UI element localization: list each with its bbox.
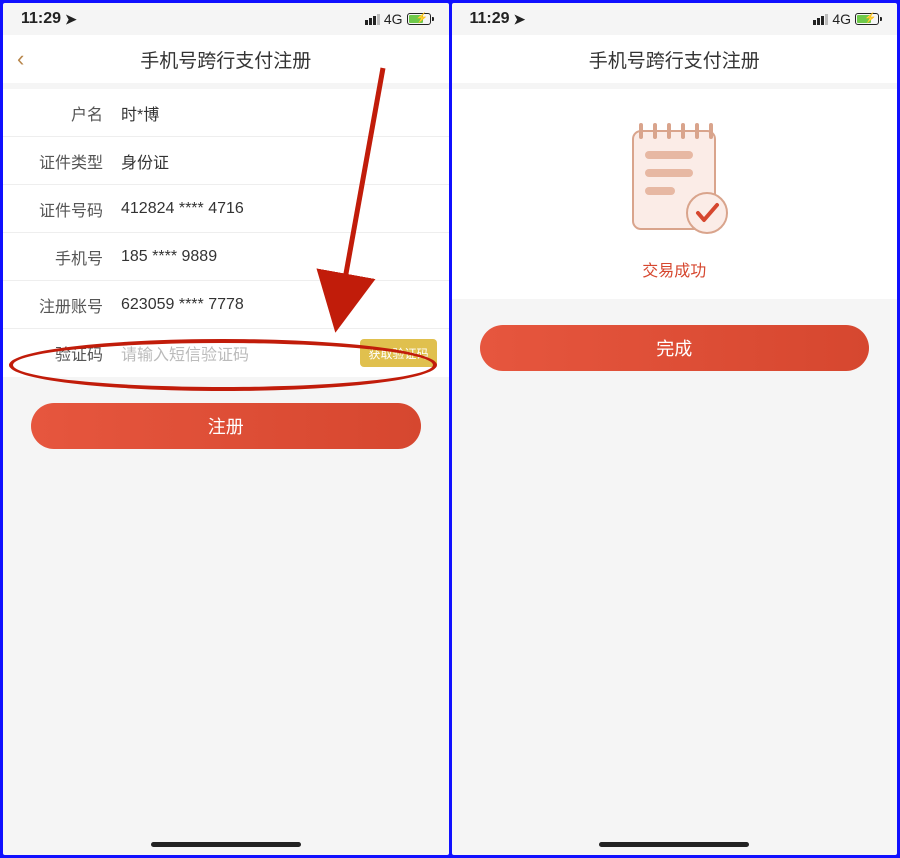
home-indicator xyxy=(599,842,749,847)
done-button[interactable]: 完成 xyxy=(480,325,870,371)
form-list: 户名 时*博 证件类型 身份证 证件号码 412824 **** 4716 手机… xyxy=(3,89,449,377)
value: 412824 **** 4716 xyxy=(121,200,431,218)
row-id-type: 证件类型 身份证 xyxy=(3,137,449,185)
row-phone: 手机号 185 **** 9889 xyxy=(3,233,449,281)
screen-registration-form: 11:29 ➤ 4G ⚡ ‹ 手机号跨行支付注册 户名 时*博 证件类型 身份证 xyxy=(3,3,449,855)
home-indicator xyxy=(151,842,301,847)
label: 证件类型 xyxy=(21,149,103,173)
label: 户名 xyxy=(21,101,103,125)
status-bar: 11:29 ➤ 4G ⚡ xyxy=(3,3,449,35)
get-code-button[interactable]: 获取验证码 xyxy=(360,339,436,367)
location-icon: ➤ xyxy=(65,11,77,28)
battery-icon: ⚡ xyxy=(407,13,431,25)
signal-icon xyxy=(813,14,828,25)
page-title: 手机号跨行支付注册 xyxy=(589,46,760,73)
row-account-name: 户名 时*博 xyxy=(3,89,449,137)
screen-success: 11:29 ➤ 4G ⚡ ‹ 手机号跨行支付注册 xyxy=(452,3,898,855)
back-button[interactable]: ‹ xyxy=(17,46,24,72)
label: 注册账号 xyxy=(21,293,103,317)
label: 验证码 xyxy=(21,341,103,365)
row-id-number: 证件号码 412824 **** 4716 xyxy=(3,185,449,233)
nav-bar: ‹ 手机号跨行支付注册 xyxy=(452,35,898,83)
status-bar: 11:29 ➤ 4G ⚡ xyxy=(452,3,898,35)
network-label: 4G xyxy=(832,11,851,27)
value: 623059 **** 7778 xyxy=(121,296,431,314)
value: 时*博 xyxy=(121,101,431,125)
success-text: 交易成功 xyxy=(452,257,898,281)
status-time: 11:29 xyxy=(21,10,61,28)
label: 手机号 xyxy=(21,245,103,269)
status-time: 11:29 xyxy=(470,10,510,28)
row-verification-code: 验证码 请输入短信验证码 获取验证码 xyxy=(3,329,449,377)
success-panel: 交易成功 xyxy=(452,89,898,299)
signal-icon xyxy=(365,14,380,25)
notepad-check-icon xyxy=(619,113,729,243)
value: 身份证 xyxy=(121,149,431,173)
row-register-account: 注册账号 623059 **** 7778 xyxy=(3,281,449,329)
nav-bar: ‹ 手机号跨行支付注册 xyxy=(3,35,449,83)
network-label: 4G xyxy=(384,11,403,27)
page-title: 手机号跨行支付注册 xyxy=(140,46,311,73)
label: 证件号码 xyxy=(21,197,103,221)
battery-icon: ⚡ xyxy=(855,13,879,25)
location-icon: ➤ xyxy=(514,11,526,28)
value: 185 **** 9889 xyxy=(121,248,431,266)
register-button[interactable]: 注册 xyxy=(31,403,421,449)
